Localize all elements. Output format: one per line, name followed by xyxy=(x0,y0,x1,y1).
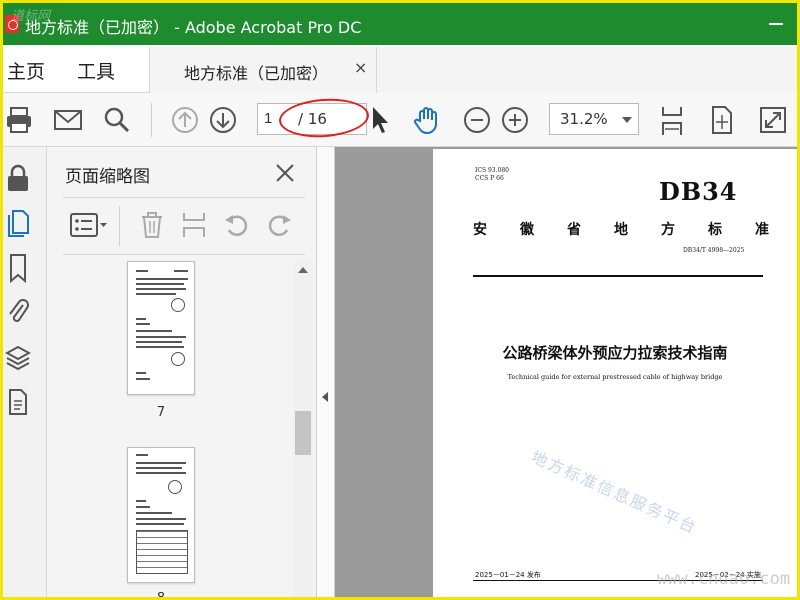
toolbar: / 16 31.2% xyxy=(3,93,797,147)
select-cursor-icon[interactable] xyxy=(369,105,391,135)
chevron-down-icon xyxy=(622,117,632,123)
header-rule xyxy=(473,275,763,277)
document-title-chinese: 公路桥梁体外预应力拉索技术指南 xyxy=(502,344,728,362)
site-watermark: www.cndao.com xyxy=(657,569,791,589)
tab-close-icon[interactable]: × xyxy=(354,58,367,77)
thumbnail-page-number: 7 xyxy=(156,405,166,420)
thumbnail-page-8[interactable] xyxy=(127,447,195,583)
document-page: ICS 93.080 CCS P 66 DB34 安徽省地方标准 DB34/T … xyxy=(433,149,797,597)
hand-tool-icon[interactable] xyxy=(413,105,443,135)
thumbnail-toolbar xyxy=(63,197,305,255)
window-title: 地方标准（已加密） - Adobe Acrobat Pro DC xyxy=(25,18,362,37)
fit-page-icon[interactable] xyxy=(659,105,685,135)
zoom-dropdown[interactable]: 31.2% xyxy=(549,103,639,135)
full-screen-icon[interactable] xyxy=(759,105,787,135)
app-window: 道标网 地方标准（已加密） - Adobe Acrobat Pro DC 主页 … xyxy=(3,3,797,597)
ics-code: ICS 93.080 xyxy=(475,167,509,174)
ccs-code: CCS P 66 xyxy=(475,175,504,182)
thumbnail-scrollbar[interactable] xyxy=(293,261,313,597)
zoom-value: 31.2% xyxy=(560,110,608,128)
minimize-icon[interactable] xyxy=(769,23,783,25)
scrollbar-thumb[interactable] xyxy=(295,411,311,455)
page-scroll-icon[interactable] xyxy=(709,105,735,135)
document-title-english: Technical guide for external prestressed… xyxy=(507,373,723,381)
bookmark-icon[interactable] xyxy=(5,253,31,287)
issue-date: 2025－01－24 发布 xyxy=(475,571,541,579)
collapse-panel-icon[interactable] xyxy=(322,392,328,402)
zoom-in-icon[interactable] xyxy=(501,105,529,135)
pages-icon[interactable] xyxy=(5,207,31,241)
thumbnail-page-number: 8 xyxy=(127,591,195,597)
province-title: 安徽省地方标准 xyxy=(473,222,797,238)
page-thumbnails-panel: 页面缩略图 7 xyxy=(47,147,317,597)
previous-page-icon[interactable] xyxy=(171,105,199,135)
thumb-toolbar-divider xyxy=(119,206,120,246)
tab-strip-empty xyxy=(377,47,797,93)
standard-number: DB34/T 4998—2025 xyxy=(683,247,745,254)
menu-tools[interactable]: 工具 xyxy=(77,57,115,84)
lock-icon[interactable] xyxy=(5,163,31,197)
email-icon[interactable] xyxy=(53,105,83,135)
print-icon[interactable] xyxy=(5,105,33,135)
toolbar-divider xyxy=(151,103,152,137)
document-view[interactable]: ICS 93.080 CCS P 66 DB34 安徽省地方标准 DB34/T … xyxy=(335,147,797,597)
title-bar: 道标网 地方标准（已加密） - Adobe Acrobat Pro DC xyxy=(3,3,797,45)
document-icon[interactable] xyxy=(5,387,31,421)
document-tab-label: 地方标准（已加密） xyxy=(184,64,329,83)
rotate-right-icon[interactable] xyxy=(265,210,293,244)
rotate-left-icon[interactable] xyxy=(223,210,251,244)
navigation-rail xyxy=(3,147,47,597)
next-page-icon[interactable] xyxy=(209,105,237,135)
search-icon[interactable] xyxy=(103,105,131,135)
close-icon[interactable] xyxy=(273,161,297,189)
menu-home[interactable]: 主页 xyxy=(7,57,45,84)
standard-code: DB34 xyxy=(659,177,738,206)
options-menu-icon[interactable] xyxy=(69,210,109,244)
thumbnail-table xyxy=(136,530,188,574)
page-extract-icon[interactable] xyxy=(181,210,207,244)
delete-icon[interactable] xyxy=(139,210,165,244)
scroll-up-icon[interactable] xyxy=(298,267,308,273)
zoom-out-icon[interactable] xyxy=(463,105,491,135)
menu-bar: 主页 工具 地方标准（已加密） × xyxy=(3,45,797,93)
thumbnail-page-7[interactable] xyxy=(127,261,195,395)
panel-title: 页面缩略图 xyxy=(65,167,150,187)
panel-splitter[interactable] xyxy=(317,147,335,597)
attachment-icon[interactable] xyxy=(5,297,31,331)
document-tab[interactable]: 地方标准（已加密） × xyxy=(149,47,377,93)
layers-icon[interactable] xyxy=(4,343,32,377)
page-watermark: 地方标准信息服务平台 xyxy=(528,447,701,538)
